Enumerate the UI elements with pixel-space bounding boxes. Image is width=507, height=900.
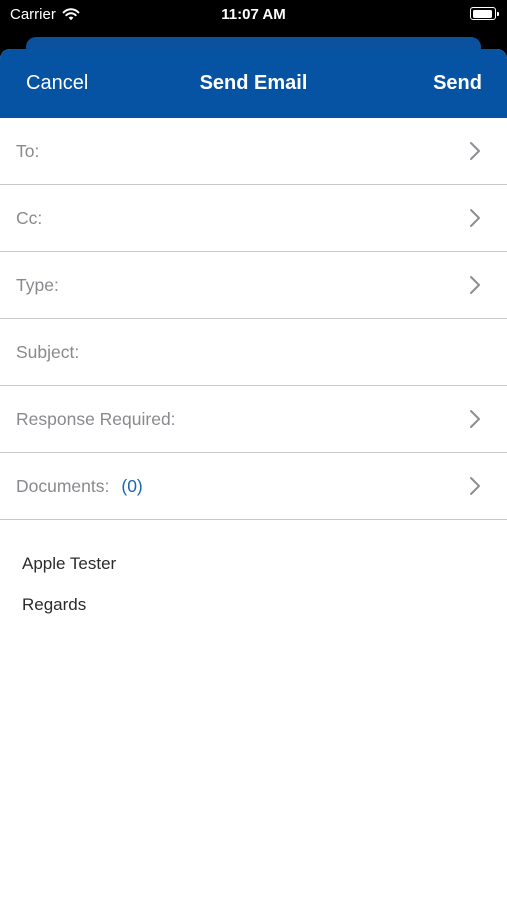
type-row[interactable]: Type: xyxy=(0,252,507,319)
chevron-right-icon xyxy=(470,477,480,495)
chevron-right-icon xyxy=(470,276,480,294)
documents-count: (0) xyxy=(121,475,143,496)
battery-icon xyxy=(470,7,499,20)
documents-label: Documents: xyxy=(16,475,110,496)
page-title: Send Email xyxy=(199,72,308,94)
to-row[interactable]: To: xyxy=(0,118,507,185)
chevron-right-icon xyxy=(470,142,480,160)
subject-label: Subject: xyxy=(16,341,80,362)
navigation-bar: Cancel Send Email Send xyxy=(0,49,507,118)
to-label: To: xyxy=(16,140,40,161)
response-required-row[interactable]: Response Required: xyxy=(0,386,507,453)
send-button[interactable]: Send xyxy=(433,72,482,95)
chevron-right-icon xyxy=(470,410,480,428)
status-bar: Carrier 11:07 AM xyxy=(0,0,507,36)
email-body[interactable]: Apple Tester Regards xyxy=(0,520,507,636)
signature-closing: Regards xyxy=(22,595,87,614)
send-email-sheet: Cancel Send Email Send To: Cc: Type: Sub… xyxy=(0,49,507,900)
cc-row[interactable]: Cc: xyxy=(0,185,507,252)
response-required-label: Response Required: xyxy=(16,408,176,429)
signature-name: Apple Tester xyxy=(22,554,117,573)
type-label: Type: xyxy=(16,274,59,295)
subject-field[interactable]: Subject: xyxy=(0,319,507,386)
email-form: To: Cc: Type: Subject: Response Required… xyxy=(0,118,507,520)
status-time: 11:07 AM xyxy=(221,6,286,23)
cc-label: Cc: xyxy=(16,207,43,228)
documents-row[interactable]: Documents: (0) xyxy=(0,453,507,520)
chevron-right-icon xyxy=(470,209,480,227)
